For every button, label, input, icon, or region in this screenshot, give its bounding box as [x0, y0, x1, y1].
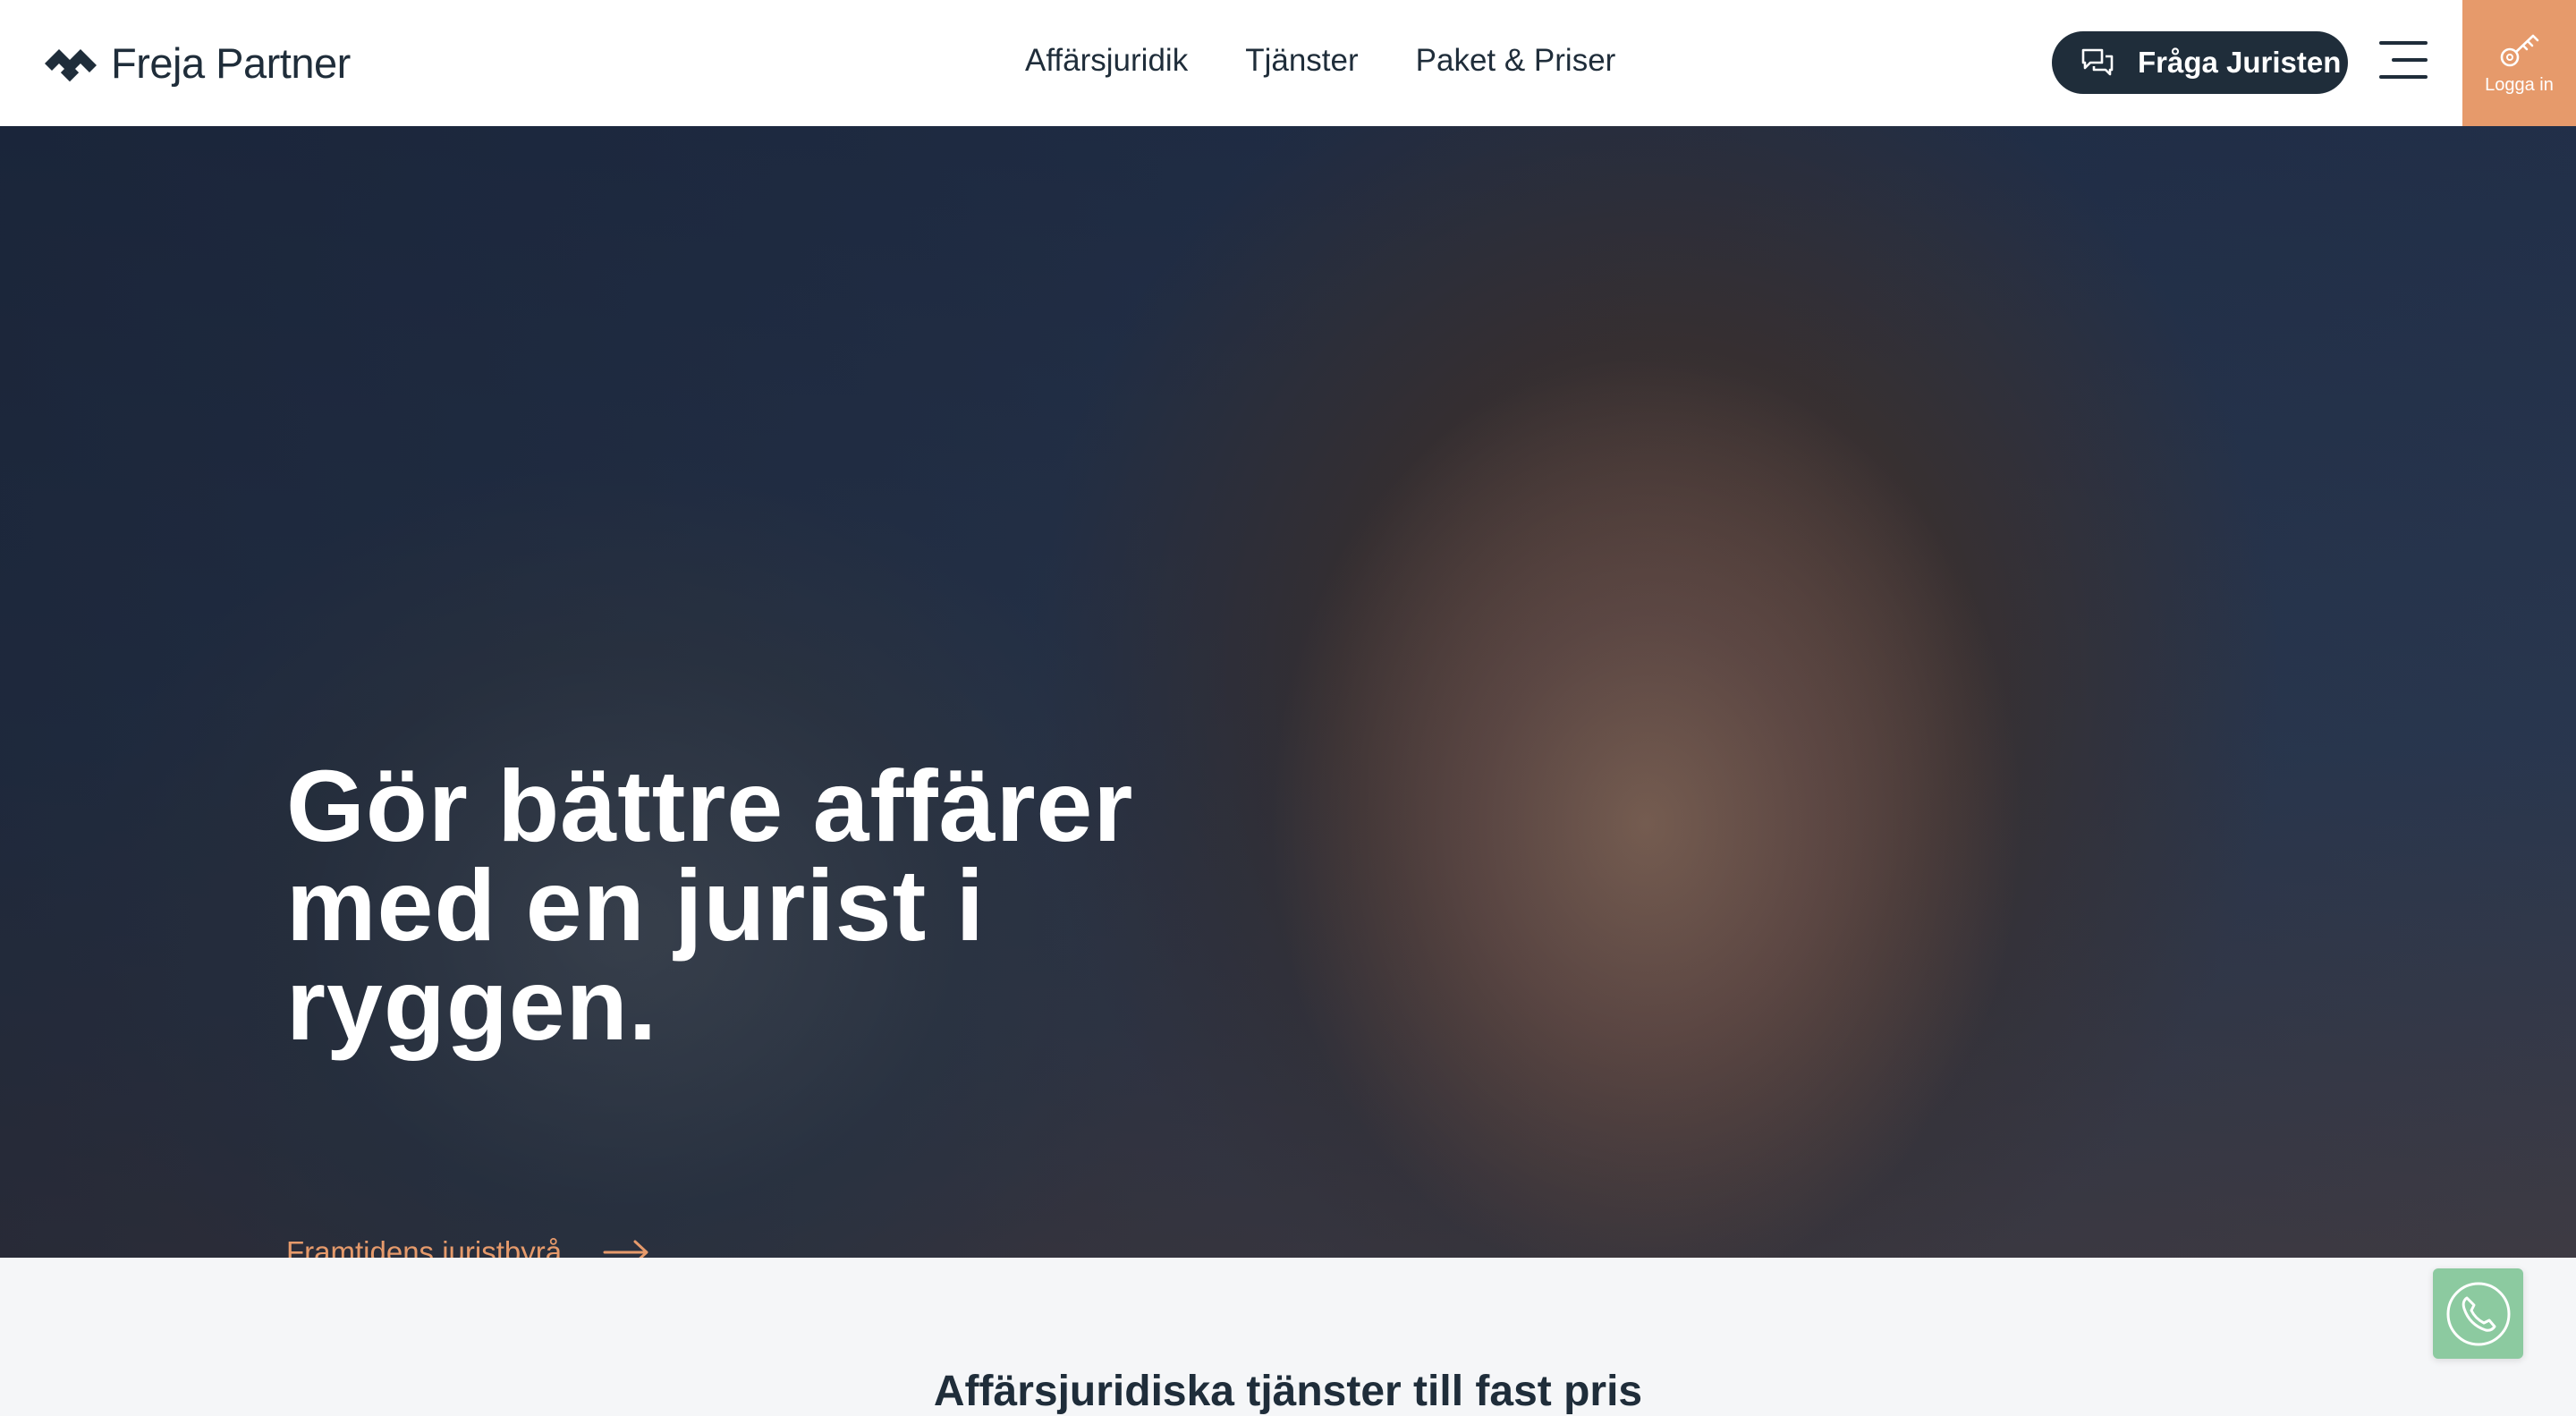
hero-title: Gör bättre affärer med en jurist i rygge…: [286, 750, 1134, 1061]
hero-link[interactable]: Framtidens juristbyrå: [286, 1235, 649, 1258]
services-section-title: Affärsjuridiska tjänster till fast pris: [933, 1368, 1643, 1415]
freja-logo-icon: [45, 49, 97, 82]
chat-bubbles-icon: [2081, 48, 2114, 76]
hero-link-label: Framtidens juristbyrå: [286, 1235, 563, 1258]
arrow-right-icon: [603, 1240, 648, 1258]
logo-text: Freja Partner: [111, 38, 351, 87]
hero-section: Gör bättre affärer med en jurist i rygge…: [0, 126, 2576, 1258]
hero-background-image: [0, 126, 2576, 1258]
main-nav: Affärsjuridik Tjänster Paket & Priser: [1025, 39, 1615, 82]
login-label: Logga in: [2485, 75, 2554, 95]
key-icon: [2500, 34, 2538, 67]
nav-link-paket-priser[interactable]: Paket & Priser: [1416, 39, 1616, 82]
phone-icon: [2446, 1282, 2510, 1345]
nav-link-tjanster[interactable]: Tjänster: [1245, 39, 1358, 82]
nav-link-affarsjuridik[interactable]: Affärsjuridik: [1025, 39, 1188, 82]
logo[interactable]: Freja Partner: [43, 38, 351, 87]
site-header: Freja Partner Affärsjuridik Tjänster Pak…: [0, 0, 2576, 126]
ask-lawyer-button[interactable]: Fråga Juristen: [2052, 31, 2348, 94]
ask-lawyer-label: Fråga Juristen: [2138, 46, 2342, 79]
login-button[interactable]: Logga in: [2462, 0, 2576, 126]
call-button[interactable]: [2433, 1268, 2523, 1359]
hamburger-menu-icon[interactable]: [2379, 41, 2428, 79]
